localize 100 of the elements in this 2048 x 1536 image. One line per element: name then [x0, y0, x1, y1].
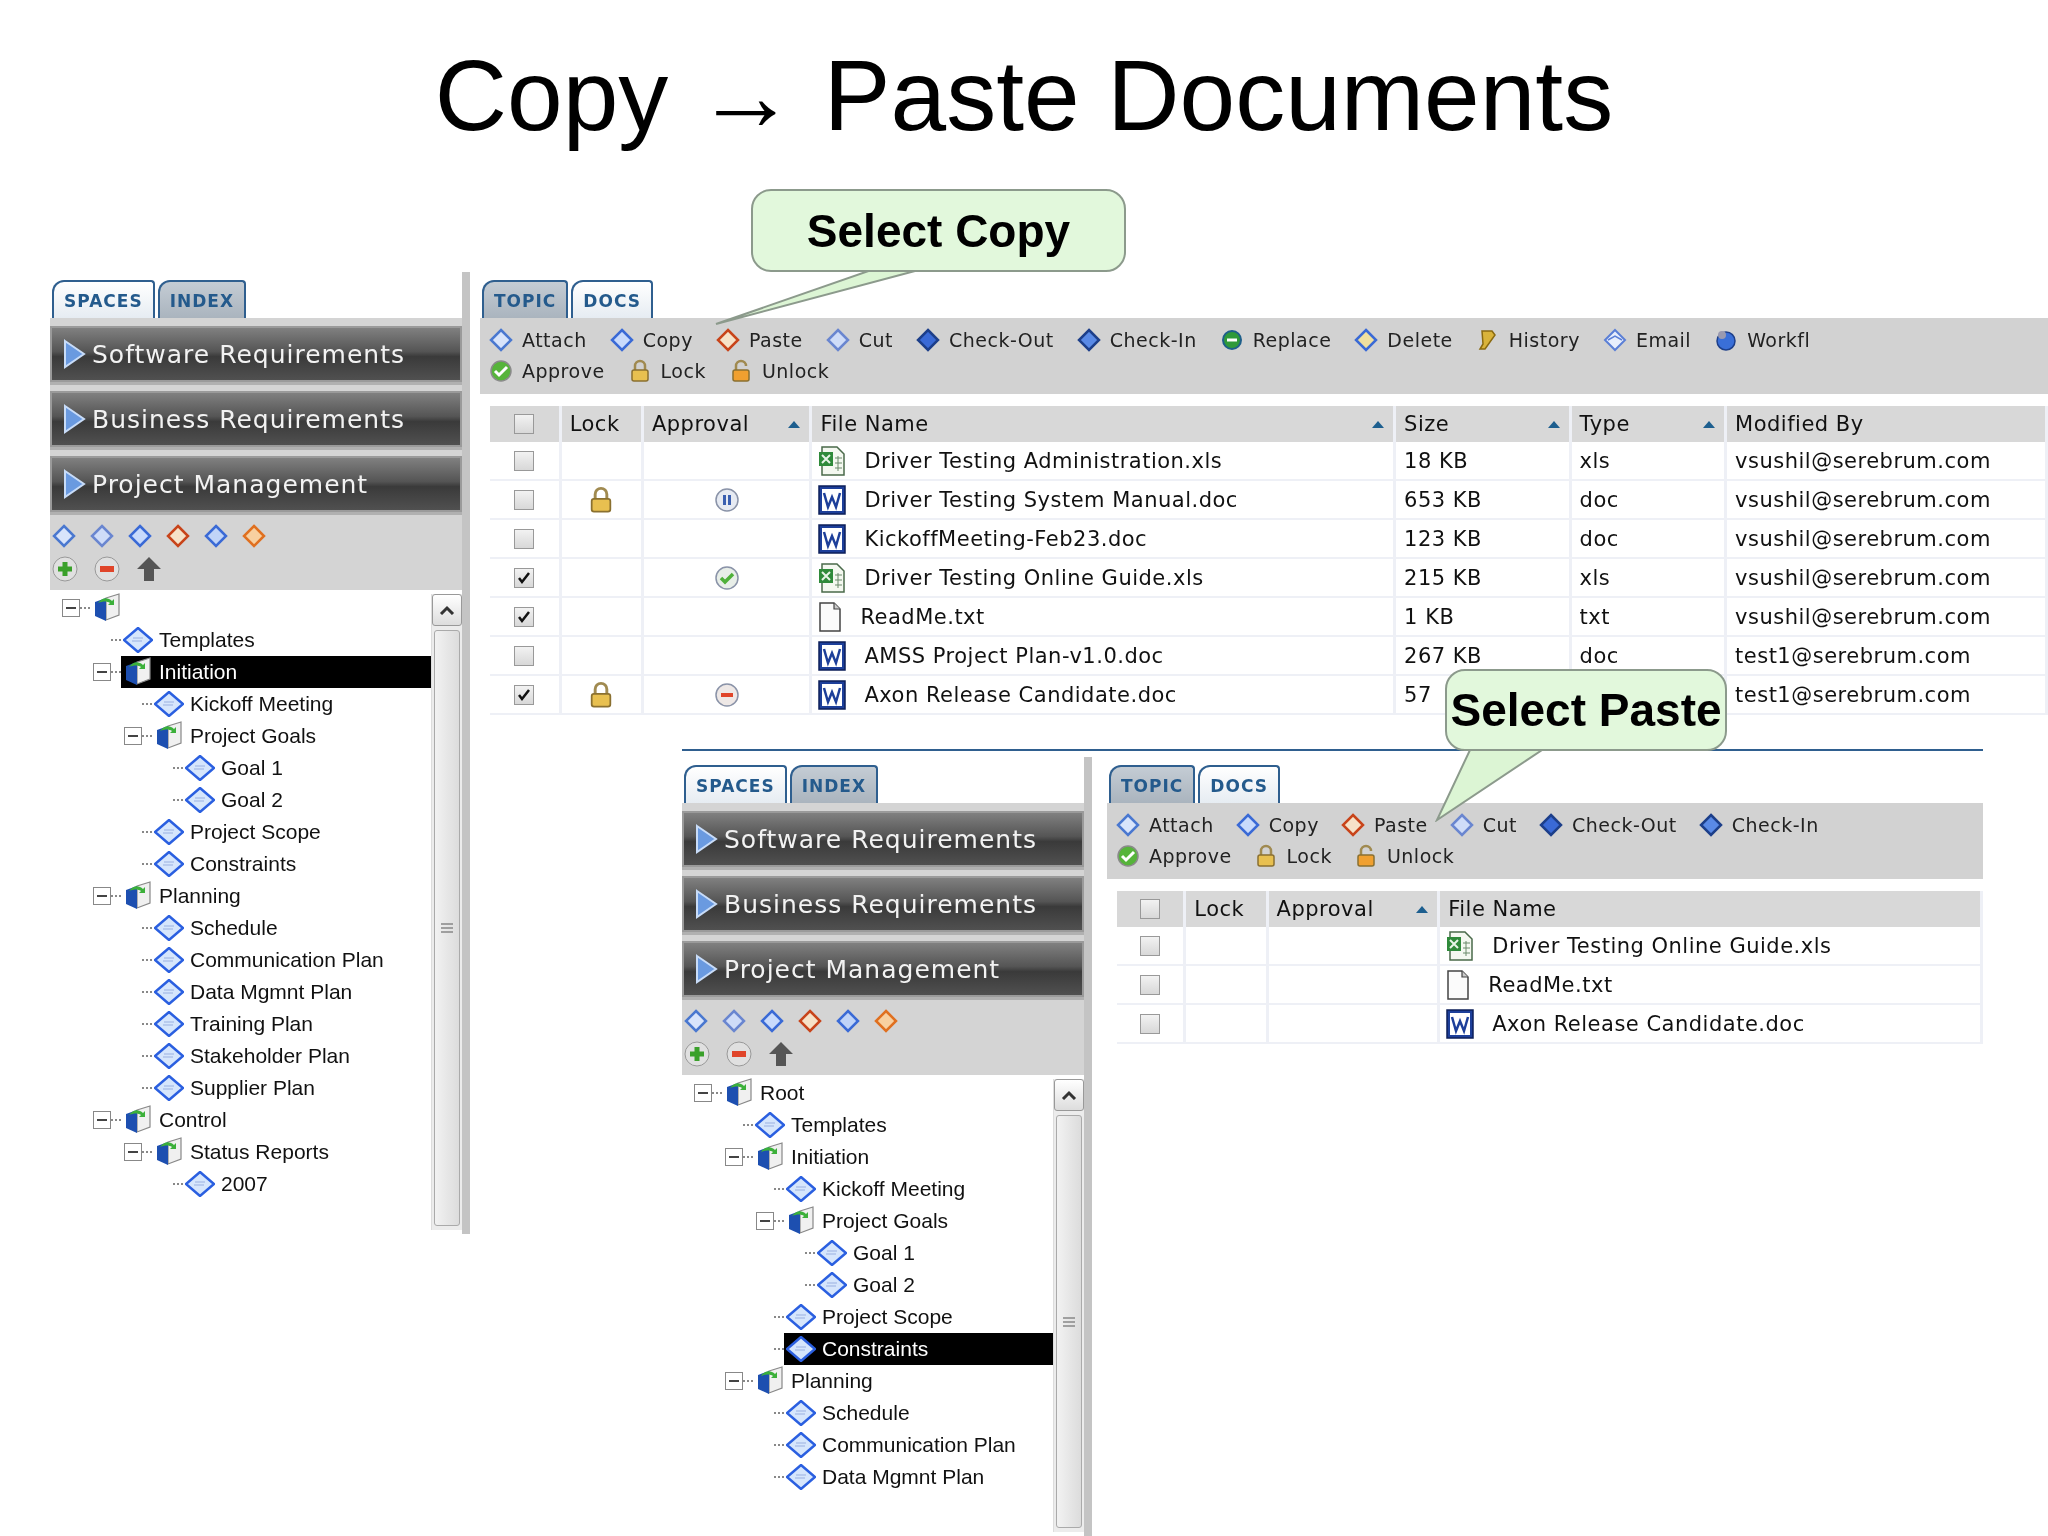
tree-item[interactable]: Communication Plan [152, 944, 431, 976]
checkbox[interactable] [514, 450, 535, 471]
column-header[interactable]: File Name [1438, 891, 1982, 927]
tree-item[interactable]: 2007 [183, 1168, 431, 1200]
tree-item[interactable]: Goal 1 [815, 1237, 1053, 1269]
tree-item[interactable]: Project Goals [784, 1205, 1053, 1237]
expand-toggle[interactable] [93, 887, 111, 905]
expand-toggle[interactable] [124, 727, 142, 745]
expand-toggle[interactable] [124, 1143, 142, 1161]
toolbar-button[interactable]: Unlock [727, 357, 831, 385]
tree-item[interactable]: Templates [753, 1109, 1053, 1141]
space-button[interactable]: Project Management [50, 456, 462, 512]
tree-item[interactable]: Training Plan [152, 1008, 431, 1040]
tree-item[interactable]: Status Reports [152, 1136, 431, 1168]
expand-toggle[interactable] [756, 1212, 774, 1230]
toolbar-button[interactable]: Check-Out [914, 326, 1055, 354]
toolbar-button[interactable]: Attach [1115, 811, 1215, 839]
column-header[interactable]: Type [1570, 406, 1726, 442]
expand-toggle[interactable] [725, 1372, 743, 1390]
tree-item[interactable]: Project Scope [784, 1301, 1053, 1333]
tree-item[interactable]: Control [121, 1104, 431, 1136]
toolbar-button[interactable]: Cut [824, 326, 894, 354]
tree-item[interactable]: Planning [753, 1365, 1053, 1397]
toolbar-button[interactable]: Approve [1115, 842, 1233, 870]
column-header[interactable]: Approval [642, 406, 811, 442]
tree-item[interactable]: Kickoff Meeting [784, 1173, 1053, 1205]
toolbar-button[interactable]: Attach [488, 326, 588, 354]
tab[interactable]: INDEX [789, 765, 879, 803]
toolbar-button[interactable]: Check-In [1075, 326, 1198, 354]
toolbar-button[interactable]: Replace [1218, 326, 1333, 354]
tab[interactable]: DOCS [1198, 765, 1280, 803]
tree-item[interactable]: Goal 2 [183, 784, 431, 816]
checkbox[interactable] [1140, 899, 1161, 919]
tree-item[interactable]: Schedule [152, 912, 431, 944]
toolbar-button[interactable]: Lock [1252, 842, 1333, 870]
checkbox[interactable] [514, 684, 535, 705]
toolbar-button[interactable]: Delete [1353, 326, 1454, 354]
toolbar-button[interactable]: Approve [488, 357, 606, 385]
tree-item[interactable]: Planning [121, 880, 431, 912]
column-header[interactable]: Modified By [1725, 406, 2047, 442]
tree-item[interactable]: Stakeholder Plan [152, 1040, 431, 1072]
tab[interactable]: INDEX [157, 280, 247, 318]
tree-item[interactable]: Project Goals [152, 720, 431, 752]
checkbox[interactable] [1140, 935, 1161, 956]
checkbox[interactable] [514, 567, 535, 588]
expand-toggle[interactable] [93, 663, 111, 681]
checkbox[interactable] [1140, 1013, 1161, 1034]
checkbox[interactable] [514, 645, 535, 666]
toolbar-button[interactable]: Copy [608, 326, 694, 354]
column-header[interactable]: Size [1394, 406, 1571, 442]
tree-item[interactable]: Constraints [784, 1333, 1053, 1365]
tree-item[interactable]: Kickoff Meeting [152, 688, 431, 720]
space-button[interactable]: Software Requirements [50, 326, 462, 382]
expand-toggle[interactable] [725, 1148, 743, 1166]
tree-item[interactable]: Initiation [753, 1141, 1053, 1173]
tree-item[interactable]: Goal 1 [183, 752, 431, 784]
expand-toggle[interactable] [694, 1084, 712, 1102]
toolbar-button[interactable]: Unlock [1352, 842, 1456, 870]
column-header[interactable]: Lock [560, 406, 643, 442]
tree-item[interactable]: Goal 2 [815, 1269, 1053, 1301]
checkbox[interactable] [1140, 974, 1161, 995]
checkbox[interactable] [514, 606, 535, 627]
toolbar-button[interactable]: Lock [626, 357, 707, 385]
toolbar-button[interactable]: History [1474, 326, 1581, 354]
toolbar-button[interactable]: Paste [1339, 811, 1429, 839]
column-header[interactable]: File Name [810, 406, 1395, 442]
toolbar-button[interactable]: Workfl [1713, 326, 1812, 354]
expand-toggle[interactable] [93, 1111, 111, 1129]
column-header[interactable]: Lock [1184, 891, 1268, 927]
scrollbar[interactable] [1053, 1079, 1084, 1532]
tree-item[interactable]: Constraints [152, 848, 431, 880]
space-button[interactable]: Business Requirements [50, 391, 462, 447]
toolbar-button[interactable]: Email [1601, 326, 1693, 354]
tree-item[interactable]: Schedule [784, 1397, 1053, 1429]
toolbar-button[interactable]: Paste [714, 326, 804, 354]
tree-item[interactable]: Data Mgmnt Plan [152, 976, 431, 1008]
checkbox[interactable] [514, 528, 535, 549]
space-button[interactable]: Project Management [682, 941, 1084, 997]
tab[interactable]: SPACES [52, 280, 155, 318]
expand-toggle[interactable] [62, 599, 80, 617]
checkbox[interactable] [514, 414, 535, 434]
toolbar-button[interactable]: Cut [1448, 811, 1518, 839]
toolbar-button[interactable]: Check-In [1697, 811, 1820, 839]
tab[interactable]: TOPIC [482, 280, 569, 318]
checkbox[interactable] [514, 489, 535, 510]
tree-item[interactable]: Root [722, 1077, 1053, 1109]
toolbar-button[interactable]: Copy [1234, 811, 1320, 839]
tree-item[interactable]: Communication Plan [784, 1429, 1053, 1461]
space-button[interactable]: Software Requirements [682, 811, 1084, 867]
space-button[interactable]: Business Requirements [682, 876, 1084, 932]
tab[interactable]: DOCS [571, 280, 653, 318]
toolbar-button[interactable]: Check-Out [1537, 811, 1678, 839]
tree-item[interactable]: Initiation [121, 656, 431, 688]
tree-item[interactable]: Data Mgmnt Plan [784, 1461, 1053, 1493]
tree-item[interactable]: Templates [121, 624, 431, 656]
tab[interactable]: SPACES [684, 765, 787, 803]
tab[interactable]: TOPIC [1109, 765, 1196, 803]
column-header[interactable]: Approval [1267, 891, 1439, 927]
tree-item[interactable]: Supplier Plan [152, 1072, 431, 1104]
scrollbar[interactable] [431, 594, 462, 1230]
